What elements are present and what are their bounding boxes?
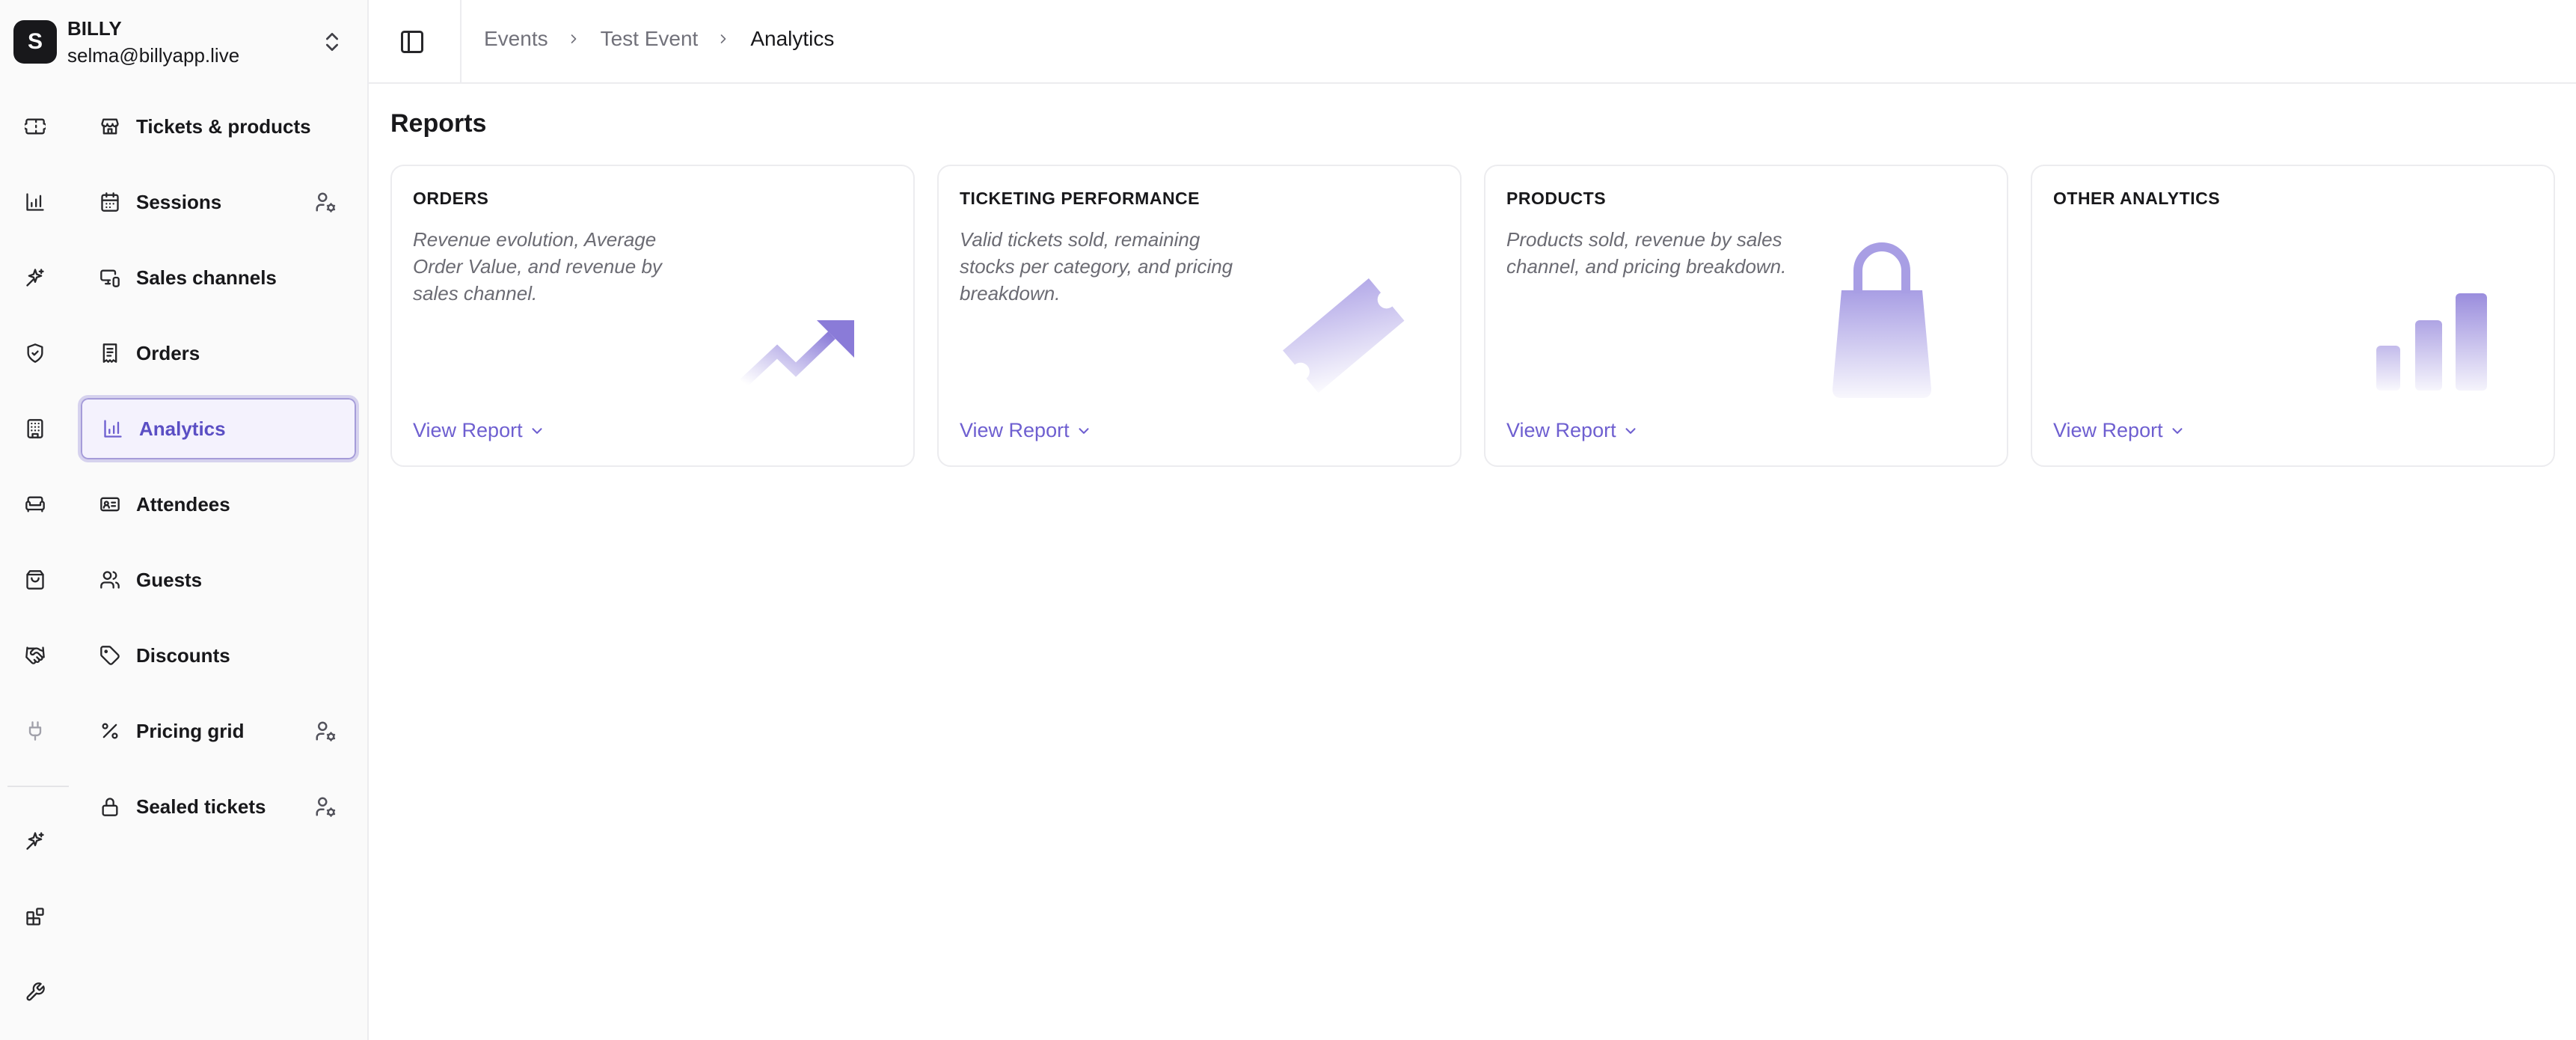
nav-item-discounts[interactable]: Discounts <box>78 622 359 689</box>
breadcrumb-events[interactable]: Events <box>484 27 548 51</box>
lock-icon <box>99 795 121 818</box>
trend-arrow-icon <box>740 320 854 388</box>
chevron-down-icon <box>1079 427 1089 434</box>
sofa-icon[interactable] <box>22 492 48 517</box>
nav-item-label: Orders <box>136 341 200 364</box>
bar-chart-icon <box>2376 293 2487 391</box>
chevron-right-icon <box>716 31 732 47</box>
shopping-bag-icon <box>1833 242 1931 398</box>
ticket-icon[interactable] <box>22 114 48 139</box>
icon-rail <box>0 0 72 1040</box>
account-email: selma@billyapp.live <box>67 44 240 67</box>
card-title: OTHER ANALYTICS <box>2053 189 2221 208</box>
shopping-bag-icon[interactable] <box>22 567 48 593</box>
calendar-icon <box>99 191 121 213</box>
user-cog-icon <box>316 192 336 212</box>
view-report-ticketing-button[interactable]: View Report <box>960 419 1092 442</box>
card-title: PRODUCTS <box>1506 189 1607 208</box>
nav-item-sessions[interactable]: Sessions <box>78 168 359 236</box>
page-title: Reports <box>390 109 487 138</box>
wrench-icon[interactable] <box>22 979 48 1005</box>
top-bar: Events Test Event Analytics <box>369 0 2576 84</box>
plug-icon[interactable] <box>22 718 48 744</box>
breadcrumb-test-event[interactable]: Test Event <box>601 27 699 51</box>
users-icon <box>99 569 121 591</box>
bar-chart-icon[interactable] <box>22 189 48 215</box>
nav-item-attendees[interactable]: Attendees <box>78 471 359 538</box>
nav-item-pricing-grid[interactable]: Pricing grid <box>78 697 359 765</box>
chevron-down-icon <box>532 427 542 434</box>
breadcrumb-analytics: Analytics <box>750 27 835 50</box>
ticket-icon <box>1283 278 1405 394</box>
sidebar: S BILLY selma@billyapp.live Tickets & pr… <box>0 0 369 1040</box>
view-report-orders-button[interactable]: View Report <box>413 419 545 442</box>
report-card-orders: ORDERS Revenue evolution, Average Order … <box>390 165 915 467</box>
devices-icon <box>99 266 121 289</box>
sparkles-icon[interactable] <box>22 265 48 290</box>
user-cog-icon <box>316 797 336 817</box>
nav-item-label: Analytics <box>139 417 226 440</box>
percent-icon <box>99 720 121 742</box>
card-title: TICKETING PERFORMANCE <box>960 189 1200 208</box>
receipt-icon <box>99 342 121 364</box>
chevron-down-icon <box>1625 427 1636 434</box>
tag-icon <box>99 644 121 667</box>
nav-item-label: Sales channels <box>136 266 277 289</box>
nav-item-sealed-tickets[interactable]: Sealed tickets <box>78 773 359 840</box>
breadcrumb: Events Test Event Analytics <box>484 27 834 51</box>
nav-item-label: Pricing grid <box>136 719 245 742</box>
sparkles-icon[interactable] <box>22 828 48 854</box>
card-description: Valid tickets sold, remaining stocks per… <box>960 228 1233 305</box>
nav-item-label: Guests <box>136 568 203 591</box>
chevron-right-icon <box>566 31 583 47</box>
report-card-other-analytics: OTHER ANALYTICS View Report <box>2031 165 2555 467</box>
rail-divider <box>7 786 69 787</box>
chevron-down-icon <box>2172 427 2183 434</box>
nav-item-label: Tickets & products <box>136 114 311 138</box>
chevrons-up-down-icon[interactable] <box>320 30 344 54</box>
nav-item-tickets-products[interactable]: Tickets & products <box>78 93 359 160</box>
card-description: Revenue evolution, Average Order Value, … <box>413 228 662 305</box>
nav-item-sales-channels[interactable]: Sales channels <box>78 244 359 311</box>
nav-item-label: Attendees <box>136 492 230 516</box>
bar-chart-icon <box>102 417 124 440</box>
user-cog-icon <box>316 721 336 741</box>
handshake-icon[interactable] <box>22 643 48 668</box>
account-name: BILLY <box>67 17 122 40</box>
view-report-other-button[interactable]: View Report <box>2053 419 2186 442</box>
sidebar-toggle-icon[interactable] <box>399 28 426 55</box>
view-report-products-button[interactable]: View Report <box>1506 419 1639 442</box>
blocks-icon[interactable] <box>22 904 48 929</box>
divider <box>460 0 461 84</box>
nav-item-guests[interactable]: Guests <box>78 546 359 614</box>
building-icon[interactable] <box>22 416 48 441</box>
report-card-products: PRODUCTS Products sold, revenue by sales… <box>1484 165 2008 467</box>
store-icon <box>99 115 121 138</box>
card-description: Products sold, revenue by sales channel,… <box>1506 228 1787 278</box>
report-card-ticketing-performance: TICKETING PERFORMANCE Valid tickets sold… <box>937 165 1462 467</box>
card-title: ORDERS <box>413 189 489 208</box>
id-card-icon <box>99 493 121 516</box>
nav-item-analytics[interactable]: Analytics <box>78 395 359 462</box>
nav-item-label: Discounts <box>136 643 230 667</box>
nav-item-label: Sealed tickets <box>136 795 266 818</box>
shield-check-icon[interactable] <box>22 340 48 366</box>
nav-item-label: Sessions <box>136 190 222 213</box>
nav-item-orders[interactable]: Orders <box>78 319 359 387</box>
report-cards: ORDERS Revenue evolution, Average Order … <box>390 165 2555 467</box>
